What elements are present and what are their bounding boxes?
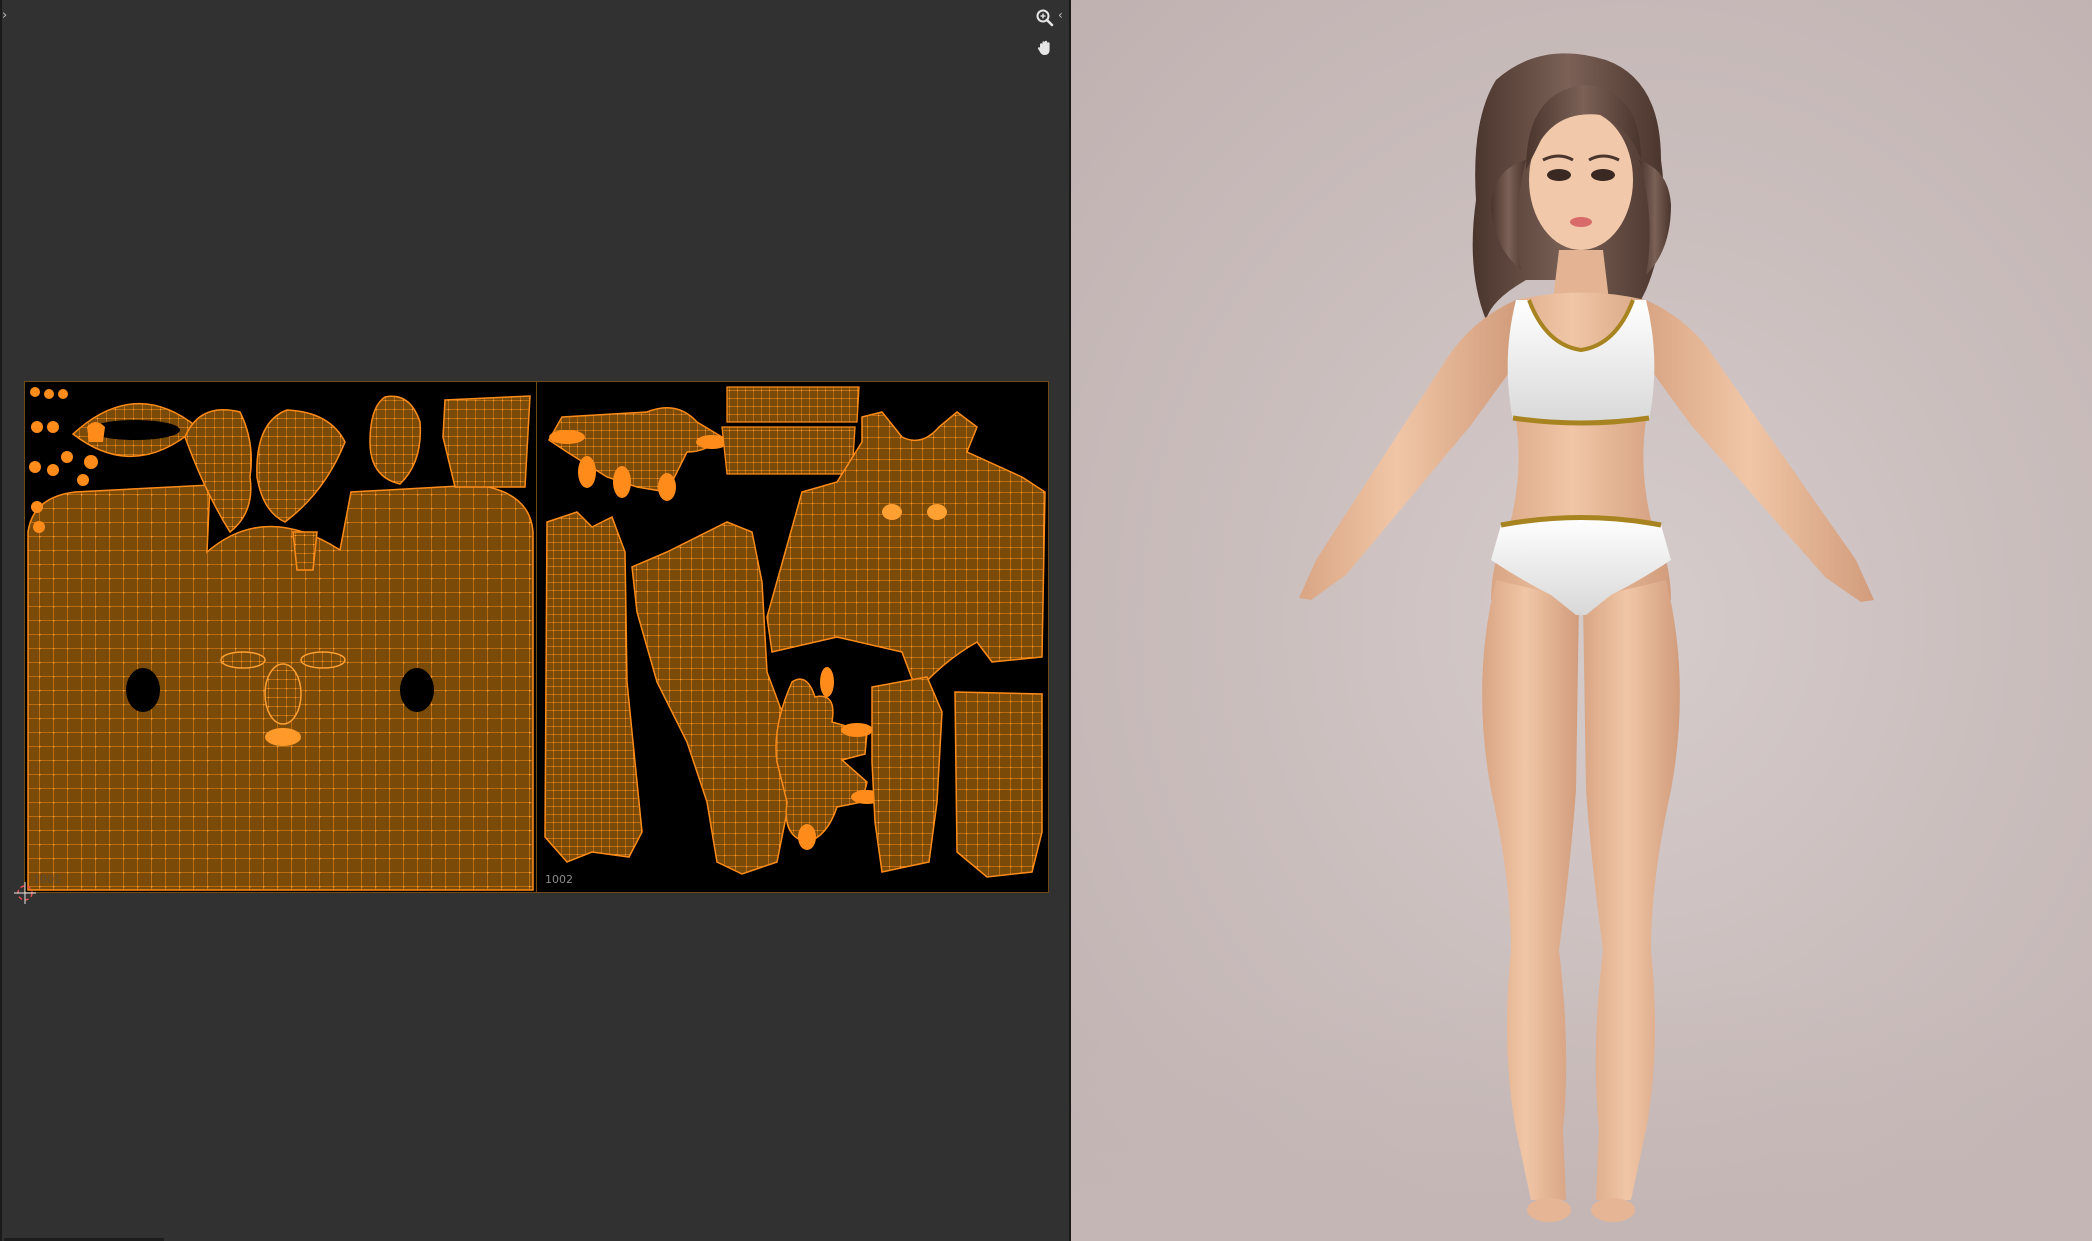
render-viewport[interactable] <box>1071 0 2092 1241</box>
2d-cursor-icon[interactable] <box>14 882 36 904</box>
uv-tile-1002[interactable]: 1002 <box>536 381 1049 893</box>
uv-tile-grid[interactable]: 1001 1002 <box>24 381 1049 893</box>
uv-editor-area[interactable]: › 1001 1002 <box>0 0 1069 1241</box>
tile-label-1002: 1002 <box>545 873 573 886</box>
tile-label-1001: 1001 <box>33 873 61 886</box>
left-arm <box>1299 300 1516 600</box>
chevron-right-icon[interactable]: › <box>2 8 7 23</box>
uv-islands-1001 <box>27 387 534 891</box>
app-window: › 1001 1002 ‹ <box>0 0 2092 1241</box>
area-edge <box>0 0 2 1241</box>
chevron-left-icon[interactable]: ‹ <box>1058 8 1063 22</box>
zoom-icon[interactable] <box>1030 3 1060 33</box>
left-leg <box>1482 580 1579 1200</box>
hand-pan-icon[interactable] <box>1030 33 1060 63</box>
uv-tile-1001[interactable]: 1001 <box>24 381 537 893</box>
uv-islands-1002 <box>544 386 1046 878</box>
right-arm <box>1646 300 1874 602</box>
right-leg <box>1583 580 1680 1200</box>
character-render <box>1299 53 1874 1222</box>
